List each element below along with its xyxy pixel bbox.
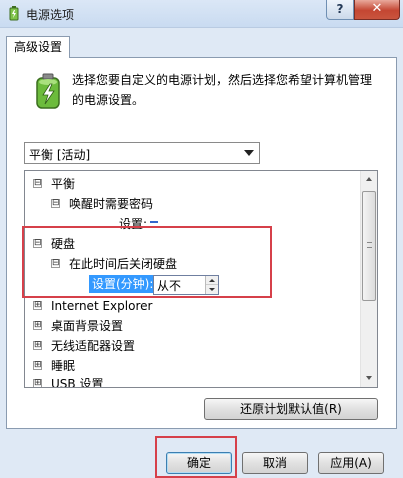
plan-select[interactable]: 平衡 [活动]	[24, 142, 260, 164]
expand-icon[interactable]: ⊞	[33, 321, 42, 330]
disk-minutes-value[interactable]: 从不	[157, 277, 181, 295]
scroll-up-button[interactable]	[361, 171, 377, 188]
plan-select-value: 平衡 [活动]	[29, 148, 91, 162]
close-button[interactable]: ✕	[354, 0, 400, 20]
tree-node-disk-setting[interactable]: 设置(分钟): 从不	[25, 275, 285, 295]
collapse-icon[interactable]: ⊟	[51, 199, 60, 208]
cancel-button[interactable]: 取消	[242, 452, 308, 474]
window-title: 电源选项	[26, 8, 75, 22]
settings-tree[interactable]: ⊟ 平衡 ⊟ 唤醒时需要密码 设置: ⊟ 硬盘 ⊟ 在此时间后关闭硬盘 设置(分…	[24, 170, 378, 388]
tree-node-label: 在此时间后关闭硬盘	[69, 257, 178, 271]
help-button[interactable]: ?	[326, 0, 354, 20]
collapse-icon[interactable]: ⊟	[33, 239, 42, 248]
title-bar: 电源选项 ? ✕	[0, 0, 403, 28]
power-options-icon	[9, 6, 19, 21]
setting-value-icon	[150, 221, 159, 228]
collapse-icon[interactable]: ⊟	[33, 179, 42, 188]
tree-node-label: 硬盘	[51, 237, 76, 251]
chevron-up-icon	[209, 279, 215, 282]
chevron-down-icon	[209, 288, 215, 291]
tree-node-label: 睡眠	[51, 359, 76, 373]
expand-icon[interactable]: ⊞	[33, 379, 42, 387]
stepper-up-button[interactable]	[206, 276, 218, 285]
expand-icon[interactable]: ⊞	[33, 301, 42, 310]
setting-label: 设置:	[119, 217, 148, 231]
grip-icon	[367, 242, 372, 248]
tree-node-label: USB 设置	[51, 377, 104, 388]
tree-node-label: 平衡	[51, 177, 76, 191]
chevron-down-icon	[366, 376, 372, 380]
stepper-down-button[interactable]	[206, 285, 218, 294]
stepper-buttons	[205, 276, 218, 294]
description-text: 选择您要自定义的电源计划，然后选择您希望计算机管理的电源设置。	[72, 73, 373, 107]
disk-minutes-stepper[interactable]: 从不	[153, 275, 219, 295]
chevron-down-icon	[244, 150, 254, 156]
battery-icon	[36, 73, 60, 109]
tree-node-wake-setting[interactable]: 设置:	[119, 215, 159, 233]
tree-node-label: 无线适配器设置	[51, 339, 136, 353]
restore-defaults-button[interactable]: 还原计划默认值(R)	[204, 398, 378, 420]
apply-button[interactable]: 应用(A)	[318, 452, 384, 474]
collapse-icon[interactable]: ⊟	[51, 259, 60, 268]
tree-node-label: 桌面背景设置	[51, 319, 124, 333]
tree-node-label: 唤醒时需要密码	[69, 197, 154, 211]
disk-setting-label: 设置(分钟):	[89, 275, 157, 293]
expand-icon[interactable]: ⊞	[33, 361, 42, 370]
chevron-up-icon	[366, 177, 372, 181]
vertical-scrollbar[interactable]	[360, 171, 377, 387]
tree-node-label: Internet Explorer	[51, 299, 153, 313]
scrollbar-thumb[interactable]	[362, 191, 376, 301]
expand-icon[interactable]: ⊞	[33, 341, 42, 350]
ok-button[interactable]: 确定	[166, 452, 232, 474]
tab-advanced-settings[interactable]: 高级设置	[6, 36, 70, 58]
scroll-down-button[interactable]	[361, 370, 377, 387]
